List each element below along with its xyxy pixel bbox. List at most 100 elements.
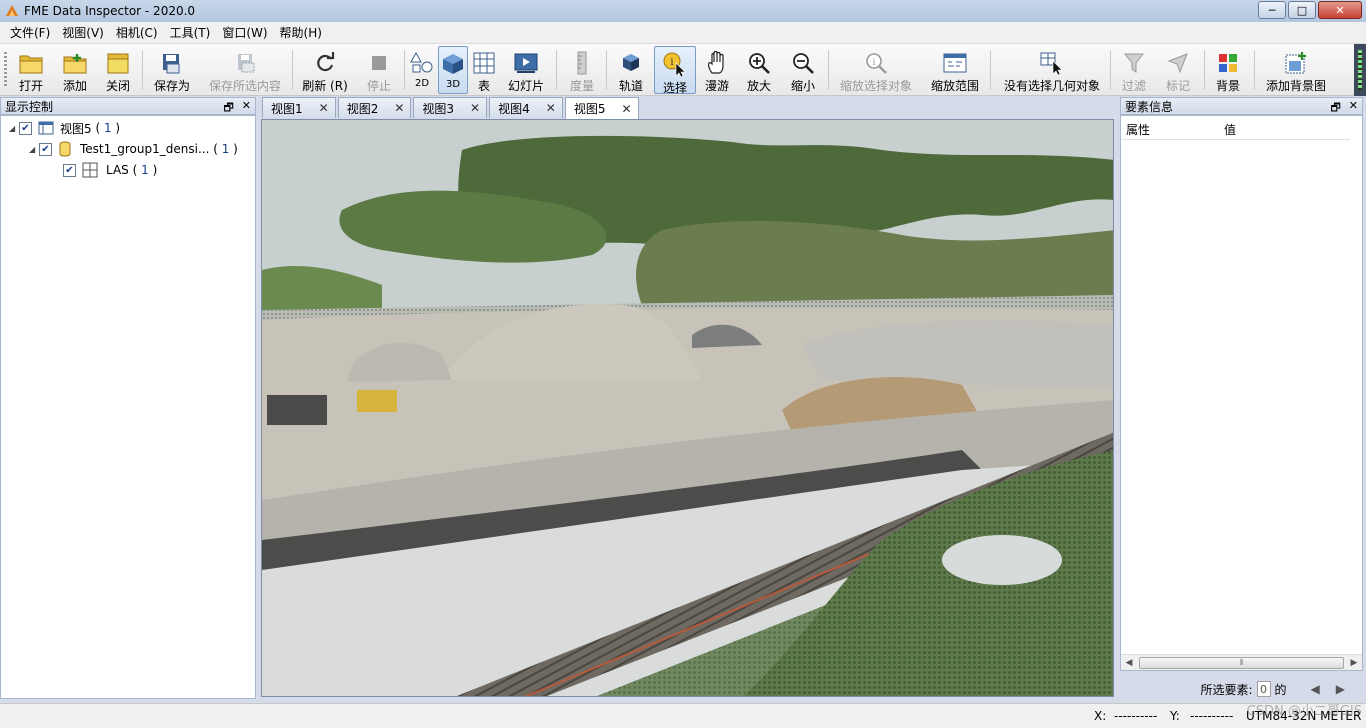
toolbar-separator [142, 50, 143, 90]
window-controls: ─ □ ✕ [1258, 1, 1362, 19]
add-background-icon [1283, 50, 1309, 75]
save-icon [159, 50, 185, 75]
close-window-button[interactable]: ✕ [1318, 1, 1362, 19]
mark-arrow-icon [1165, 50, 1191, 75]
slideshow-icon [513, 50, 539, 75]
refresh-button[interactable]: 刷新 (R) [300, 46, 350, 94]
column-value[interactable]: 值 [1224, 121, 1236, 138]
selected-count-field[interactable]: 0 [1256, 681, 1271, 697]
geometry-select-icon [1039, 50, 1065, 75]
measure-button[interactable]: 度量 [564, 46, 600, 94]
zoom-selected-icon: i [863, 50, 889, 75]
add-background-button[interactable]: 添加背景图 [1262, 46, 1330, 94]
zoom-extent-icon [942, 50, 968, 75]
scroll-left-icon[interactable]: ◀ [1121, 658, 1137, 668]
table-view-button[interactable]: 表 [470, 46, 498, 94]
menu-help[interactable]: 帮助(H) [274, 24, 328, 41]
point-cloud-viewport[interactable] [261, 119, 1114, 697]
hand-icon [704, 50, 730, 75]
close-tab-icon[interactable]: ✕ [394, 101, 404, 115]
tree-item-dataset[interactable]: ◢ ✔ Test1_group1_densi... ( 1 ) [29, 139, 238, 159]
no-selected-geometry-button[interactable]: 没有选择几何对象 [1000, 46, 1104, 94]
view-3d-button[interactable]: 3D [438, 46, 468, 94]
window-title: FME Data Inspector - 2020.0 [24, 4, 196, 18]
orbit-cube-icon [618, 50, 644, 75]
pan-button[interactable]: 漫游 [700, 46, 734, 94]
checkbox[interactable]: ✔ [19, 121, 32, 135]
menu-tools[interactable]: 工具(T) [164, 24, 217, 41]
watermark: CSDN @小二哥GIS [1246, 704, 1362, 719]
mark-button[interactable]: 标记 [1160, 46, 1196, 94]
tab-view1[interactable]: 视图1 ✕ [262, 97, 336, 118]
checkbox[interactable]: ✔ [39, 142, 52, 156]
svg-text:i: i [873, 58, 876, 68]
point-cloud-render [262, 120, 1113, 696]
feature-count[interactable]: 1 [104, 121, 112, 135]
folder-open-icon [18, 50, 44, 75]
close-tab-icon[interactable]: ✕ [621, 102, 631, 116]
menu-file[interactable]: 文件(F) [4, 24, 56, 41]
ruler-icon [569, 50, 595, 75]
tree-item-las[interactable]: ✔ LAS ( 1 ) [63, 160, 157, 180]
filter-button[interactable]: 过滤 [1116, 46, 1152, 94]
horizontal-scrollbar[interactable]: ◀ ⦀ ▶ [1121, 654, 1362, 670]
feature-info-title: 要素信息 [1125, 99, 1174, 114]
close-tab-icon[interactable]: ✕ [319, 101, 329, 115]
close-tab-icon[interactable]: ✕ [546, 101, 556, 115]
tab-view2[interactable]: 视图2 ✕ [337, 97, 412, 118]
stop-button[interactable]: 停止 [360, 46, 398, 94]
close-button[interactable]: 关闭 [100, 46, 136, 94]
toolbar-grip[interactable] [4, 52, 7, 88]
view-2d-button[interactable]: 2D [408, 46, 436, 94]
expand-arrow-icon[interactable]: ◢ [9, 124, 19, 133]
column-attribute[interactable]: 属性 [1126, 121, 1150, 138]
expand-arrow-icon[interactable]: ◢ [29, 145, 39, 154]
feature-count[interactable]: 1 [222, 142, 230, 156]
orbit-button[interactable]: 轨道 [612, 46, 650, 94]
close-tab-icon[interactable]: ✕ [470, 101, 480, 115]
feature-info-header: 要素信息 🗗 ✕ [1120, 97, 1363, 115]
table-header: 属性 值 [1121, 120, 1350, 140]
minimize-button[interactable]: ─ [1258, 1, 1286, 19]
tab-view5[interactable]: 视图5 ✕ [564, 97, 639, 119]
previous-feature-icon[interactable]: ◀ [1311, 682, 1320, 696]
toolbar-separator [990, 50, 991, 90]
meter-bar [1358, 50, 1362, 90]
tab-view3[interactable]: 视图3 ✕ [413, 97, 488, 118]
background-button[interactable]: 背景 [1210, 46, 1246, 94]
display-control-header: 显示控制 🗗 ✕ [0, 97, 256, 115]
maximize-button[interactable]: □ [1288, 1, 1316, 19]
save-selected-button[interactable]: 保存所选内容 [206, 46, 284, 94]
add-button[interactable]: 添加 [56, 46, 94, 94]
zoom-extent-button[interactable]: 缩放范围 [928, 46, 982, 94]
select-button[interactable]: i 选择 [654, 46, 696, 95]
scroll-thumb[interactable]: ⦀ [1139, 656, 1344, 669]
selected-features-bar: 所选要素: 0 的 ◀ ▶ [1120, 677, 1363, 701]
toolbar-separator [556, 50, 557, 90]
tree-item-view5[interactable]: ◢ ✔ 视图5 ( 1 ) [9, 118, 120, 138]
side-meter-strip [1354, 44, 1366, 96]
save-as-button[interactable]: 保存为 [150, 46, 194, 94]
zoom-out-button[interactable]: 缩小 [786, 46, 820, 94]
zoom-out-icon [790, 50, 816, 75]
checkbox[interactable]: ✔ [63, 163, 76, 177]
next-feature-icon[interactable]: ▶ [1336, 682, 1345, 696]
toolbar-separator [1204, 50, 1205, 90]
toolbar-separator [292, 50, 293, 90]
scroll-right-icon[interactable]: ▶ [1346, 658, 1362, 668]
selected-features-label: 所选要素: [1200, 682, 1253, 697]
zoom-selected-button[interactable]: i 缩放选择对象 [836, 46, 916, 94]
display-control-tree: ◢ ✔ 视图5 ( 1 ) ◢ ✔ Test1_group1_densi... … [0, 115, 256, 699]
zoom-in-button[interactable]: 放大 [742, 46, 776, 94]
open-button[interactable]: 打开 [12, 46, 50, 94]
menu-camera[interactable]: 相机(C) [110, 24, 164, 41]
menu-window[interactable]: 窗口(W) [216, 24, 273, 41]
zoom-in-icon [746, 50, 772, 75]
view-window-icon [38, 121, 54, 135]
menu-view[interactable]: 视图(V) [56, 24, 110, 41]
view-tabs: 视图1 ✕ 视图2 ✕ 视图3 ✕ 视图4 ✕ 视图5 ✕ [262, 97, 641, 119]
feature-count[interactable]: 1 [141, 163, 149, 177]
status-bar: X: ---------- Y: ---------- UTM84-32N ME… [0, 703, 1366, 728]
tab-view4[interactable]: 视图4 ✕ [489, 97, 563, 118]
slideshow-button[interactable]: 幻灯片 [504, 46, 548, 94]
